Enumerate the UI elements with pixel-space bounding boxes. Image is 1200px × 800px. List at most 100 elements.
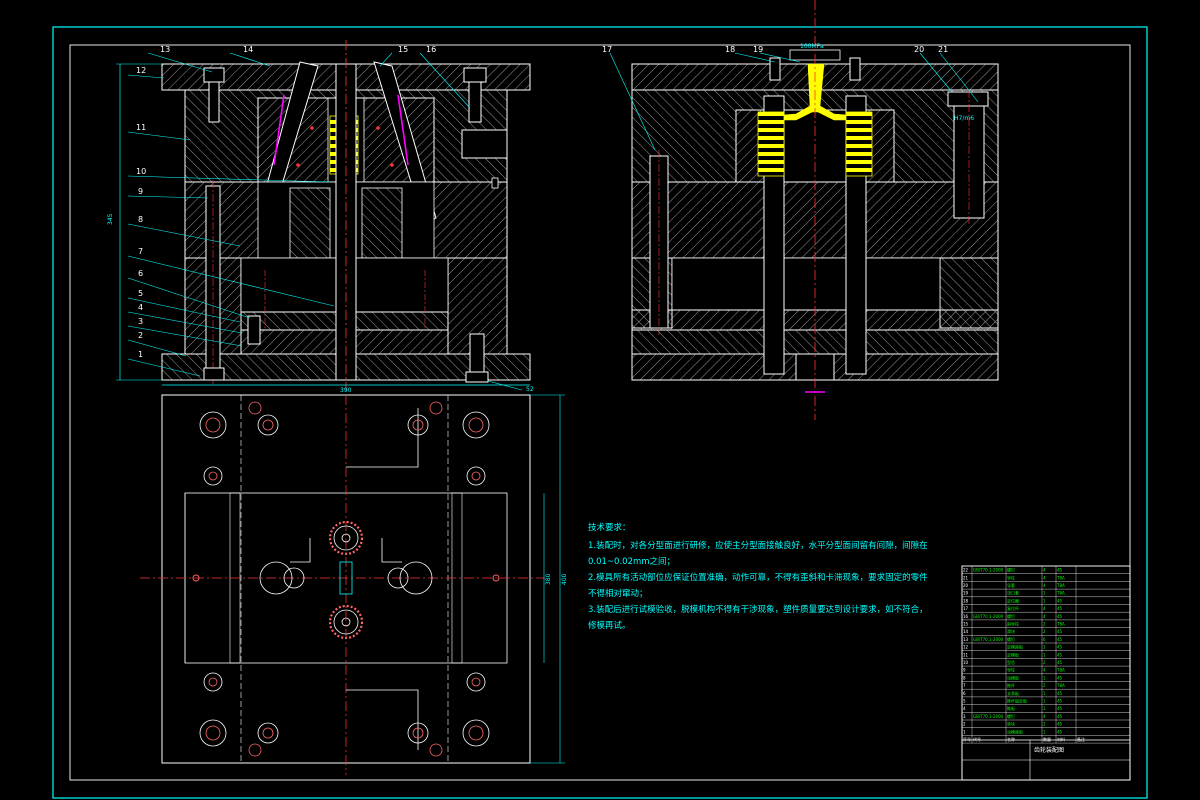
screw-bottom-right bbox=[469, 333, 485, 373]
parts-cell: 4 bbox=[1043, 714, 1046, 719]
parts-cell: 2 bbox=[1043, 660, 1046, 665]
parts-cell: T8A bbox=[1056, 583, 1065, 588]
parts-header-cell: 序号 bbox=[963, 736, 971, 742]
parts-cell: 4 bbox=[1043, 568, 1046, 573]
parts-cell: 螺钉 bbox=[1007, 713, 1015, 719]
parts-cell: 1 bbox=[1043, 675, 1046, 680]
callout-10: 10 bbox=[136, 167, 146, 176]
parts-cell: 螺钉 bbox=[1007, 613, 1015, 619]
parts-cell: 17 bbox=[963, 606, 969, 611]
parts-cell: 1 bbox=[1043, 645, 1046, 650]
callout-18: 18 bbox=[725, 45, 735, 54]
parts-cell: 复位杆 bbox=[1007, 605, 1019, 611]
callout-6: 6 bbox=[138, 269, 143, 278]
parts-cell: 2 bbox=[1043, 622, 1046, 627]
parts-cell: 2 bbox=[1043, 683, 1046, 688]
parts-cell: 45 bbox=[1057, 691, 1063, 696]
parts-header-cell: 代号 bbox=[973, 736, 981, 742]
callout-4: 4 bbox=[138, 303, 143, 312]
screw-top-left bbox=[203, 67, 225, 83]
dimension-screw: 52 bbox=[526, 386, 534, 393]
parts-cell: 推杆固定板 bbox=[1007, 698, 1027, 704]
parts-cell: 10 bbox=[963, 660, 969, 665]
parts-cell: 4 bbox=[1043, 583, 1046, 588]
parts-cell: 导柱 bbox=[1007, 667, 1015, 673]
parts-cell: 22 bbox=[963, 568, 969, 573]
parts-cell: 18 bbox=[963, 598, 969, 603]
parts-cell: 45 bbox=[1057, 637, 1063, 642]
parts-cell: 15 bbox=[963, 622, 969, 627]
screw-top-right bbox=[463, 67, 487, 83]
parts-cell: T8A bbox=[1056, 683, 1065, 688]
callout-20: 20 bbox=[914, 45, 924, 54]
callout-12: 12 bbox=[136, 66, 146, 75]
parts-cell: 45 bbox=[1057, 729, 1063, 734]
callout-9: 9 bbox=[138, 187, 143, 196]
parts-cell: 45 bbox=[1057, 645, 1063, 650]
parts-cell: 45 bbox=[1057, 675, 1063, 680]
dimension-height: 345 bbox=[107, 213, 114, 225]
parts-cell: 6 bbox=[1043, 637, 1046, 642]
parts-cell: 1 bbox=[1043, 706, 1046, 711]
parts-list: 22 GB/T70.1-2000 螺钉 4 4521 导柱 4 T8A20 导套 4 T8A19 浇口… bbox=[961, 565, 1131, 744]
parts-cell: 3 bbox=[963, 714, 966, 719]
callout-1: 1 bbox=[138, 350, 143, 359]
callout-19: 19 bbox=[753, 45, 763, 54]
parts-cell: 4 bbox=[1043, 575, 1046, 580]
parts-cell: 45 bbox=[1057, 660, 1063, 665]
right-section-view: 100MPa H7/m6 bbox=[631, 0, 999, 420]
parts-cell: GB/T70.1-2000 bbox=[973, 637, 1004, 642]
parts-cell: 定模板 bbox=[1007, 651, 1019, 657]
parts-cell: 4 bbox=[1043, 606, 1046, 611]
parts-cell: 斜导柱 bbox=[1007, 621, 1019, 627]
parts-cell: 16 bbox=[963, 614, 969, 619]
parts-cell: 21 bbox=[963, 575, 969, 580]
parts-cell: 1 bbox=[1043, 699, 1046, 704]
parts-cell: 11 bbox=[963, 652, 969, 657]
parts-cell: 1 bbox=[1043, 598, 1046, 603]
callout-17: 17 bbox=[602, 45, 612, 54]
parts-cell: 1 bbox=[963, 729, 966, 734]
parts-cell: 1 bbox=[1043, 729, 1046, 734]
callout-11: 11 bbox=[136, 123, 146, 132]
parts-cell: 推杆 bbox=[1007, 682, 1015, 688]
parts-cell: 滑块 bbox=[1007, 628, 1015, 634]
callout-8: 8 bbox=[138, 215, 143, 224]
parts-cell: 浇口套 bbox=[1007, 590, 1019, 596]
parts-cell: 7 bbox=[963, 683, 966, 688]
tech-line-3: 2.模具所有活动部位应保证位置准确，动作可靠，不得有歪斜和卡滞现象，要求固定的零… bbox=[588, 572, 928, 583]
parts-cell: 定位圈 bbox=[1007, 597, 1019, 603]
callout-21: 21 bbox=[938, 45, 948, 54]
parts-cell: 4 bbox=[1043, 668, 1046, 673]
callout-2: 2 bbox=[138, 331, 143, 340]
parts-cell: 螺钉 bbox=[1007, 636, 1015, 642]
parts-cell: 动模座板 bbox=[1007, 728, 1023, 734]
parts-cell: 动模板 bbox=[1007, 674, 1019, 680]
parts-cell: T8A bbox=[1056, 591, 1065, 596]
parts-cell: 4 bbox=[963, 706, 966, 711]
parts-cell: 推板 bbox=[1007, 705, 1015, 711]
parts-cell: 45 bbox=[1057, 722, 1063, 727]
parts-cell: 螺钉 bbox=[1007, 567, 1015, 573]
parts-cell: 45 bbox=[1057, 629, 1063, 634]
parts-cell: 12 bbox=[963, 645, 969, 650]
parts-cell: 4 bbox=[1043, 614, 1046, 619]
parts-cell: 14 bbox=[963, 629, 969, 634]
callout-14: 14 bbox=[243, 45, 253, 54]
parts-cell: GB/T70.1-2000 bbox=[973, 568, 1004, 573]
parts-header-cell: 数量 bbox=[1043, 736, 1051, 742]
tech-title: 技术要求： bbox=[588, 522, 631, 533]
title-block: 22 GB/T70.1-2000 螺钉 4 4521 导柱 4 T8A20 导套 4 T8A19 浇口… bbox=[961, 565, 1131, 781]
parts-cell: 45 bbox=[1057, 652, 1063, 657]
dimension-width: 390 bbox=[340, 387, 352, 394]
tech-line-5: 3.装配后进行试模验收，脱模机构不得有干涉现象，塑件质量要达到设计要求，如不符合… bbox=[588, 604, 928, 615]
callout-5: 5 bbox=[138, 289, 143, 298]
spring-right-b bbox=[845, 111, 873, 177]
plan-bolts bbox=[199, 401, 490, 757]
callout-3: 3 bbox=[138, 317, 143, 326]
parts-cell: 2 bbox=[1043, 722, 1046, 727]
parts-cell: 1 bbox=[1043, 652, 1046, 657]
parts-header-cell: 备注 bbox=[1077, 736, 1085, 742]
cad-drawing-sheet: 345 390 52 13 14 15 16 12 11 10 9 8 7 6 bbox=[52, 0, 1148, 799]
parts-cell: 2 bbox=[963, 722, 966, 727]
